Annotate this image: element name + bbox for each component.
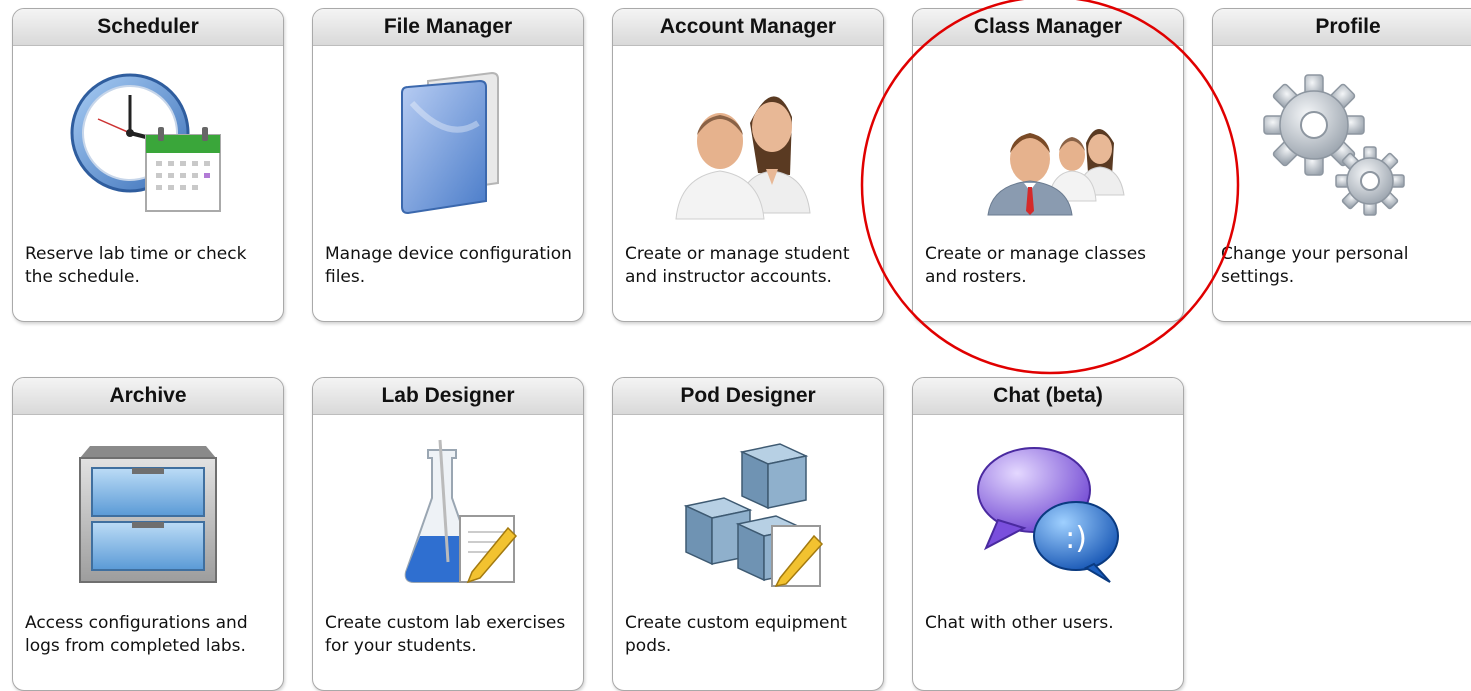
tile-description: Change your personal settings. (1221, 244, 1409, 287)
tile-title[interactable]: Pod Designer (613, 378, 883, 415)
tile-chat[interactable]: Chat (beta) :) Chat with other users. (912, 377, 1184, 691)
tile-description: Access configurations and logs from comp… (25, 613, 248, 656)
tile-title[interactable]: Scheduler (13, 9, 283, 46)
tile-description: Chat with other users. (925, 613, 1114, 633)
folder-icon[interactable] (368, 63, 528, 223)
tile-profile[interactable]: Profile Change your personal settings. (1212, 8, 1471, 322)
tile-title[interactable]: File Manager (313, 9, 583, 46)
tile-file-manager[interactable]: File Manager Manage device configuration… (312, 8, 584, 322)
tile-title[interactable]: Account Manager (613, 9, 883, 46)
tile-title[interactable]: Class Manager (913, 9, 1183, 46)
tile-description: Manage device configuration files. (325, 244, 572, 287)
gears-icon[interactable] (1252, 63, 1412, 223)
tile-title[interactable]: Profile (1213, 9, 1471, 46)
tile-title[interactable]: Archive (13, 378, 283, 415)
tile-pod-designer[interactable]: Pod Designer Create custom equipment pod… (612, 377, 884, 691)
cubes-icon[interactable] (668, 432, 828, 592)
tile-account-manager[interactable]: Account Manager Create or manage student… (612, 8, 884, 322)
tile-description: Create custom lab exercises for your stu… (325, 613, 566, 656)
tile-archive[interactable]: Archive Access configurations and logs f… (12, 377, 284, 691)
tile-description: Reserve lab time or check the schedule. (25, 244, 247, 287)
flask-icon[interactable] (368, 432, 528, 592)
svg-text::): :) (1065, 521, 1087, 556)
users-icon[interactable] (668, 63, 828, 223)
clock-calendar-icon[interactable] (68, 63, 228, 223)
cabinet-icon[interactable] (68, 432, 228, 592)
tile-title[interactable]: Lab Designer (313, 378, 583, 415)
tile-scheduler[interactable]: Scheduler Reserve lab time or check the … (12, 8, 284, 322)
tile-description: Create or manage classes and rosters. (925, 244, 1147, 287)
class-group-icon[interactable] (968, 63, 1128, 223)
tile-description: Create or manage student and instructor … (625, 244, 850, 287)
tile-description: Create custom equipment pods. (625, 613, 847, 656)
tile-class-manager[interactable]: Class Manager Create or manage classes a… (912, 8, 1184, 322)
tile-lab-designer[interactable]: Lab Designer Create custom lab exercises… (312, 377, 584, 691)
tile-title[interactable]: Chat (beta) (913, 378, 1183, 415)
chat-bubbles-icon[interactable]: :) (968, 432, 1128, 592)
